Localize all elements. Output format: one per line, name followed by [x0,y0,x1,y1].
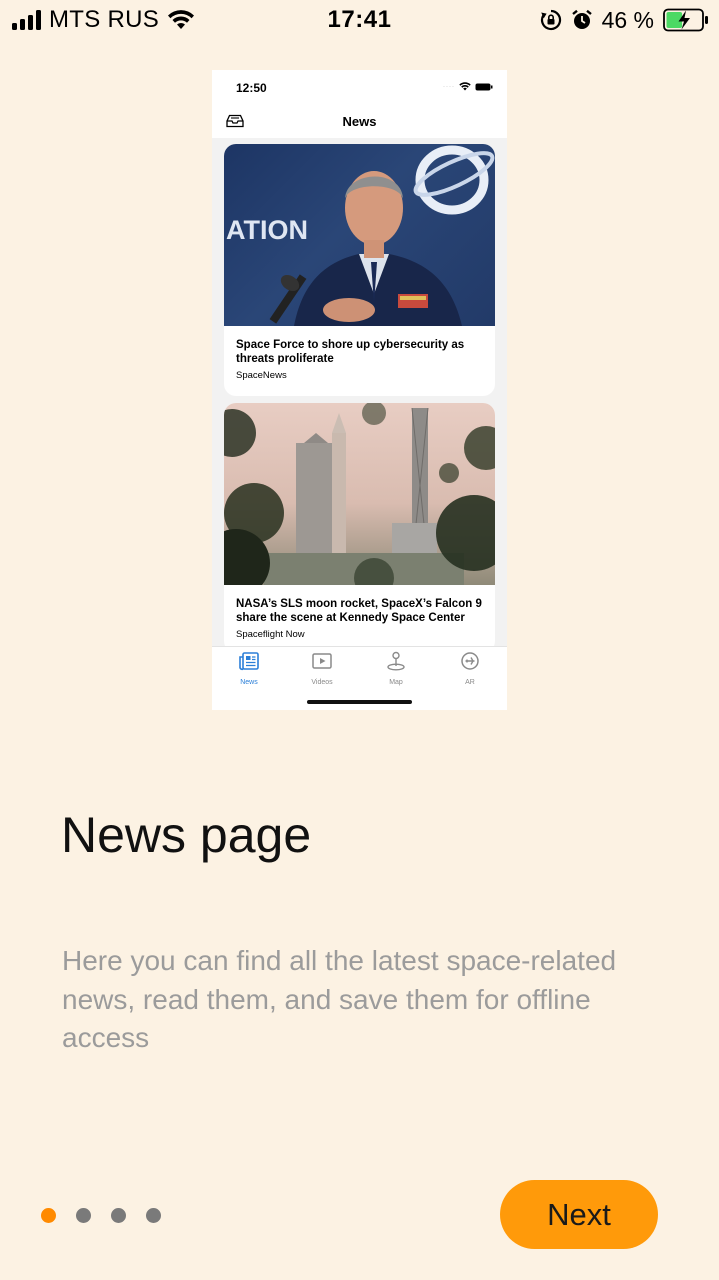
app-preview-screenshot: 12:50 ···· News ATION Space Force to sho… [212,70,507,710]
home-indicator [307,700,412,704]
preview-tab-bar: News Videos Map AR [212,646,507,710]
tab-map-label: Map [389,679,403,686]
page-dot-1[interactable] [41,1208,56,1223]
preview-status-icons: ···· [443,82,493,91]
launch-pad-illustration [224,403,495,585]
battery-charging-icon [663,8,708,32]
tab-news[interactable]: News [219,651,279,686]
tab-news-label: News [240,679,258,686]
page-dot-4[interactable] [146,1208,161,1223]
news-card-image: ATION [224,144,495,326]
battery-percentage: 46 % [601,6,654,33]
preview-status-bar: 12:50 ···· [212,70,507,108]
alarm-icon [571,9,592,29]
preview-battery-icon [475,83,493,90]
airplane-circle-icon [461,652,479,670]
preview-status-time: 12:50 [236,81,267,95]
play-icon [312,653,332,669]
news-card-image [224,403,495,585]
news-card-title: NASA’s SLS moon rocket, SpaceX’s Falcon … [236,598,482,624]
tab-ar-label: AR [465,679,475,686]
preview-nav-title: News [342,114,377,129]
news-card-source: Spaceflight Now [236,629,305,640]
newspaper-icon [239,652,259,671]
page-title: News page [61,807,312,863]
tab-videos[interactable]: Videos [292,651,352,686]
preview-wifi-icon [459,82,471,91]
background-logo-text: ATION [226,215,308,245]
tab-ar[interactable]: AR [440,651,500,686]
news-card-title: Space Force to shore up cybersecurity as… [236,339,465,365]
press-conference-illustration: ATION [226,145,495,326]
news-card-source: SpaceNews [236,370,287,381]
tab-videos-label: Videos [311,679,333,686]
preview-signal-icon: ···· [443,83,455,90]
next-button[interactable]: Next [500,1180,658,1249]
news-card[interactable]: NASA’s SLS moon rocket, SpaceX’s Falcon … [224,403,495,653]
preview-nav-bar: News [212,108,507,138]
news-card[interactable]: ATION Space Force to shore up cybersecur… [224,144,495,396]
tab-map[interactable]: Map [366,651,426,686]
status-bar: MTS RUS 17:41 46 % [0,0,719,40]
page-dot-3[interactable] [111,1208,126,1223]
map-pin-icon [387,651,405,671]
page-indicator [41,1208,161,1223]
page-dot-2[interactable] [76,1208,91,1223]
orientation-lock-icon [540,9,561,31]
page-description: Here you can find all the latest space-r… [62,945,617,1053]
status-right: 46 % [540,6,709,34]
